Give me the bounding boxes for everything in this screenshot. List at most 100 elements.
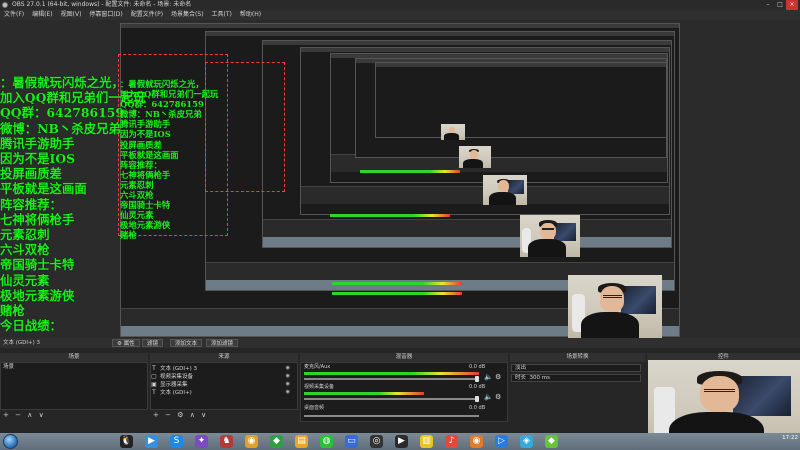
close-button[interactable]: × — [786, 0, 798, 10]
eye-icon[interactable]: ◉ — [286, 389, 290, 396]
selected-source-label: 文本 (GDI+) 3 — [3, 340, 41, 346]
folder-icon[interactable]: ▤ — [295, 435, 308, 448]
scenes-list: 场景 — [0, 362, 148, 410]
music-icon[interactable]: ♪ — [445, 435, 458, 448]
menu-help[interactable]: 帮助(H) — [236, 10, 265, 20]
chrome-icon[interactable]: ◉ — [245, 435, 258, 448]
start-button[interactable] — [3, 434, 18, 449]
scene-down-button[interactable]: ∨ — [39, 411, 44, 419]
webcam-preview-nested — [483, 175, 527, 205]
menu-tools[interactable]: 工具(T) — [208, 10, 236, 20]
add-scene-button[interactable]: + — [3, 411, 9, 419]
overlay-line: 平板就是这画面 — [120, 149, 179, 160]
source-down-button[interactable]: ∨ — [201, 411, 206, 419]
overlay-line: 仙灵元素 — [120, 210, 154, 221]
channel-gear-icon[interactable]: ⚙ — [495, 373, 501, 381]
add-source-button[interactable]: + — [153, 411, 159, 419]
game-icon[interactable]: ✦ — [195, 435, 208, 448]
overlay-line: 六斗双枪 — [0, 242, 50, 258]
webcam-preview-nested — [520, 215, 580, 257]
media-player-icon[interactable]: ▶ — [145, 435, 158, 448]
maximize-button[interactable]: □ — [774, 0, 786, 10]
player-icon[interactable]: ▶ — [395, 435, 408, 448]
overlay-line: 赌枪 — [120, 230, 137, 241]
overlay-line: 阵容推荐： — [120, 159, 162, 170]
speaker-icon[interactable]: 🔈 — [484, 393, 493, 401]
camera-source-icon: ▢ — [151, 373, 157, 380]
game-icon-2[interactable]: ♞ — [220, 435, 233, 448]
menu-bar: 文件(F) 编辑(E) 视图(V) 停靠窗口(D) 配置文件(P) 场景集合(S… — [0, 10, 800, 20]
remove-source-button[interactable]: − — [165, 411, 171, 419]
minimize-button[interactable]: – — [762, 0, 774, 10]
overlay-line: 七神将俩枪手 — [120, 169, 171, 180]
monitor-icon[interactable]: ▭ — [345, 435, 358, 448]
window-controls: – □ × — [762, 0, 798, 10]
menu-edit[interactable]: 编辑(E) — [28, 10, 56, 20]
channel-db: 0.0 dB — [469, 384, 486, 390]
security-icon[interactable]: ◆ — [270, 435, 283, 448]
add-text-button[interactable]: 添加文本 — [170, 339, 203, 347]
source-item[interactable]: ▢ 视频采集设备 ◉ — [151, 373, 296, 380]
overlay-line: 因为不是IOS — [120, 129, 171, 140]
menu-view[interactable]: 视图(V) — [57, 10, 86, 20]
overlay-line: 六斗双枪 — [120, 190, 154, 201]
source-item[interactable]: T 文本 (GDI+) 3 ◉ — [151, 365, 296, 372]
source-item[interactable]: T 文本 (GDI+) ◉ — [151, 389, 296, 396]
source-properties-button[interactable]: ⚙ — [177, 411, 183, 419]
speaker-icon[interactable]: 🔈 — [484, 373, 493, 381]
system-clock[interactable]: 17:22 — [782, 435, 798, 442]
menu-file[interactable]: 文件(F) — [0, 10, 28, 20]
transitions-dock-title: 场景转换 — [510, 353, 645, 362]
wechat-icon[interactable]: ◍ — [320, 435, 333, 448]
text-source-icon: T — [152, 389, 156, 396]
menu-scene-collection[interactable]: 场景集合(S) — [167, 10, 208, 20]
remove-scene-button[interactable]: − — [15, 411, 21, 419]
nested-meter — [332, 282, 462, 285]
volume-slider[interactable] — [304, 415, 479, 417]
note-icon[interactable]: ▥ — [420, 435, 433, 448]
properties-button[interactable]: ⚙ 属性 — [112, 339, 140, 347]
window-title: OBS 27.0.1 (64-bit, windows) - 配置文件: 未命名… — [12, 1, 192, 8]
scene-up-button[interactable]: ∧ — [27, 411, 32, 419]
eye-icon[interactable]: ◉ — [286, 381, 290, 388]
clock-time: 17:22 — [782, 435, 798, 441]
video-icon[interactable]: ▷ — [495, 435, 508, 448]
add-filter-button[interactable]: 添加滤镜 — [206, 339, 239, 347]
overlay-line: 赌枪 — [0, 303, 25, 319]
channel-gear-icon[interactable]: ⚙ — [495, 393, 501, 401]
channel-name: 桌面音频 — [304, 405, 325, 411]
volume-slider[interactable] — [304, 398, 479, 400]
webcam-preview — [568, 275, 662, 338]
scene-item[interactable]: 场景 — [3, 364, 14, 371]
overlay-line: 极地元素游侠 — [120, 220, 171, 231]
filters-button[interactable]: 滤镜 — [142, 339, 164, 347]
preview-canvas[interactable]: ：暑假就玩闪烁之光， 加入QQ群和兄弟们一起玩 QQ群：642786159 微博… — [0, 20, 800, 338]
obs-icon[interactable]: ◎ — [370, 435, 383, 448]
transition-duration[interactable]: 时长 300 ms — [511, 374, 641, 382]
assistant-icon[interactable]: ◈ — [520, 435, 533, 448]
source-up-button[interactable]: ∧ — [190, 411, 195, 419]
qq-icon[interactable]: 🐧 — [120, 435, 133, 448]
browser-icon-2[interactable]: ◉ — [470, 435, 483, 448]
overlay-line: 元素忍刺 — [120, 179, 154, 190]
source-item[interactable]: ▣ 显示器采集 ◉ — [151, 381, 296, 388]
menu-docks[interactable]: 停靠窗口(D) — [85, 10, 126, 20]
volume-meter — [304, 392, 424, 395]
transition-select[interactable]: 淡出 — [511, 364, 641, 372]
eye-icon[interactable]: ◉ — [286, 365, 290, 372]
volume-slider-knob[interactable] — [475, 376, 479, 382]
volume-slider[interactable] — [304, 378, 479, 380]
overlay-line: QQ群：642786159 — [120, 99, 204, 110]
browser-icon[interactable]: S — [170, 435, 183, 448]
scenes-dock-title: 场景 — [0, 353, 148, 362]
overlay-line: 今日战绩： — [0, 318, 62, 334]
overlay-line: 帝国骑士卡特 — [120, 200, 171, 211]
menu-profile[interactable]: 配置文件(P) — [127, 10, 167, 20]
duration-value: 300 ms — [529, 375, 550, 381]
gear-icon: ⚙ — [117, 341, 122, 347]
webcam-preview-nested — [459, 146, 491, 168]
sources-dock-footer: + − ⚙ ∧ ∨ — [153, 410, 210, 420]
volume-slider-knob[interactable] — [475, 396, 479, 402]
eye-icon[interactable]: ◉ — [286, 373, 290, 380]
app-icon-extra[interactable]: ◆ — [545, 435, 558, 448]
